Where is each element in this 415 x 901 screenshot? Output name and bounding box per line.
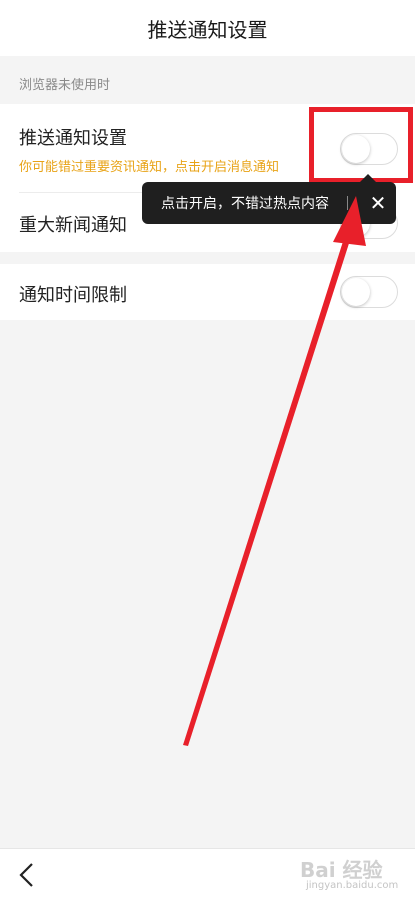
highlight-annotation-box	[309, 107, 413, 183]
major-news-title: 重大新闻通知	[19, 215, 127, 236]
settings-card-secondary: 通知时间限制	[0, 264, 415, 320]
watermark-main: Bai 经验	[300, 858, 383, 882]
tooltip-arrow	[360, 174, 376, 182]
watermark: Bai 经验 jingyan.baidu.com	[300, 854, 412, 898]
tooltip-text: 点击开启，不错过热点内容	[161, 196, 329, 212]
chevron-left-icon[interactable]	[14, 861, 40, 889]
page-title: 推送通知设置	[147, 17, 268, 42]
page-header: 推送通知设置	[0, 0, 415, 56]
notification-time-limit-title: 通知时间限制	[19, 285, 127, 306]
close-icon[interactable]: ✕	[366, 190, 390, 216]
toggle-knob	[342, 278, 370, 306]
tooltip: 点击开启，不错过热点内容 ✕	[142, 182, 396, 224]
push-notification-subtitle: 你可能错过重要资讯通知，点击开启消息通知	[19, 160, 280, 175]
section-label: 浏览器未使用时	[19, 78, 111, 93]
tooltip-separator	[347, 196, 348, 210]
push-notification-title: 推送通知设置	[19, 128, 127, 149]
watermark-sub: jingyan.baidu.com	[306, 880, 399, 891]
notification-time-limit-toggle[interactable]	[340, 276, 398, 308]
